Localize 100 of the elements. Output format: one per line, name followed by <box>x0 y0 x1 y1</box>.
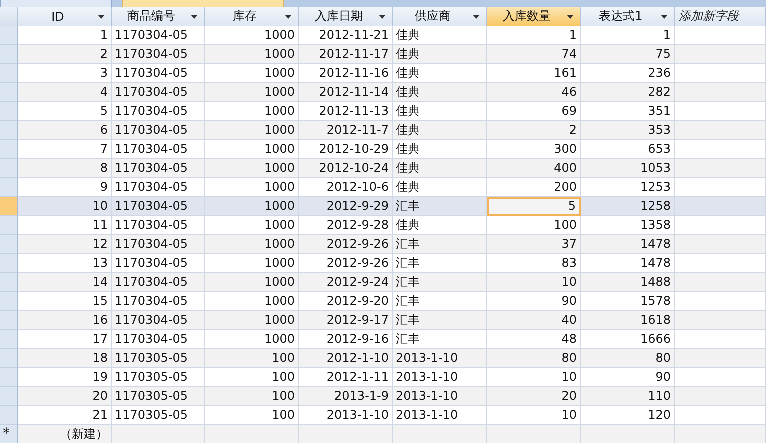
table-cell: 2013-1-10 <box>393 368 487 387</box>
table-cell: 1170304-05 <box>112 292 205 311</box>
table-cell: 2013-1-10 <box>393 349 487 368</box>
table-cell: 1 <box>18 26 112 45</box>
table-cell: 100 <box>205 387 299 406</box>
table-cell: 2012-9-28 <box>299 216 393 235</box>
column-header[interactable]: ID <box>18 7 112 27</box>
table-cell: 2012-10-6 <box>299 178 393 197</box>
table-cell: 236 <box>581 64 675 83</box>
column-header[interactable]: 供应商 <box>393 7 487 27</box>
table-cell: 5 <box>487 197 581 216</box>
add-field-header[interactable]: 添加新字段 <box>675 7 766 27</box>
table-cell: 佳典 <box>393 216 487 235</box>
row-selector[interactable] <box>0 235 18 254</box>
table-cell: 110 <box>581 387 675 406</box>
table-cell: 2012-9-24 <box>299 273 393 292</box>
table-cell: 1618 <box>581 311 675 330</box>
column-header[interactable]: 入库数量 <box>487 7 581 27</box>
table-cell: 1000 <box>205 178 299 197</box>
table-cell: 400 <box>487 159 581 178</box>
table-cell: 83 <box>487 254 581 273</box>
table-cell: 2012-9-17 <box>299 311 393 330</box>
table-cell: 20 <box>18 387 112 406</box>
table-cell: 汇丰 <box>393 311 487 330</box>
table-cell: 2012-11-21 <box>299 26 393 45</box>
row-selector[interactable] <box>0 387 18 406</box>
table-cell: 2013-1-10 <box>299 406 393 425</box>
table-cell: 90 <box>487 292 581 311</box>
table-cell: 69 <box>487 102 581 121</box>
table-cell: 1170304-05 <box>112 83 205 102</box>
table-cell: 佳典 <box>393 45 487 64</box>
table-cell: 汇丰 <box>393 254 487 273</box>
table-cell: 佳典 <box>393 26 487 45</box>
table-cell: 2012-9-26 <box>299 235 393 254</box>
table-cell: 佳典 <box>393 178 487 197</box>
row-selector[interactable] <box>0 330 18 349</box>
table-cell: 653 <box>581 140 675 159</box>
table-cell: 佳典 <box>393 159 487 178</box>
table-cell: 2012-11-16 <box>299 64 393 83</box>
table-cell: 佳典 <box>393 64 487 83</box>
table-cell: 19 <box>18 368 112 387</box>
table-cell: 1000 <box>205 311 299 330</box>
table-cell: 1170304-05 <box>112 330 205 349</box>
table-cell: 100 <box>487 216 581 235</box>
table-cell: 17 <box>18 330 112 349</box>
column-header[interactable]: 库存 <box>205 7 299 27</box>
table-cell: 37 <box>487 235 581 254</box>
row-selector[interactable] <box>0 406 18 425</box>
row-selector[interactable] <box>0 273 18 292</box>
table-cell: 1000 <box>205 235 299 254</box>
row-selector[interactable] <box>0 368 18 387</box>
table-cell: 1478 <box>581 254 675 273</box>
column-header[interactable]: 表达式1 <box>581 7 675 27</box>
table-cell: 20 <box>487 387 581 406</box>
table-cell: 2012-9-20 <box>299 292 393 311</box>
table-cell: 2012-10-24 <box>299 159 393 178</box>
table-cell: 120 <box>581 406 675 425</box>
table-cell: 74 <box>487 45 581 64</box>
table-cell: 2012-10-29 <box>299 140 393 159</box>
row-selector[interactable] <box>0 178 18 197</box>
table-cell: 1000 <box>205 140 299 159</box>
column-header[interactable]: 商品编号 <box>112 7 205 27</box>
column-header[interactable]: 入库日期 <box>299 7 393 27</box>
row-selector[interactable] <box>0 121 18 140</box>
table-cell: 1 <box>581 26 675 45</box>
table-cell: 15 <box>18 292 112 311</box>
row-selector[interactable] <box>0 102 18 121</box>
table-cell: 2013-1-10 <box>393 387 487 406</box>
table-cell: 2012-11-13 <box>299 102 393 121</box>
table-cell: 2 <box>487 121 581 140</box>
table-cell: 1258 <box>581 197 675 216</box>
select-all-corner[interactable] <box>0 7 18 27</box>
dropdown-icon <box>98 14 105 18</box>
table-cell: 1170304-05 <box>112 311 205 330</box>
row-selector[interactable] <box>0 140 18 159</box>
table-cell: 1170304-05 <box>112 64 205 83</box>
table-cell: 2012-9-16 <box>299 330 393 349</box>
table-cell: 18 <box>18 349 112 368</box>
row-selector[interactable] <box>0 254 18 273</box>
row-selector[interactable] <box>0 292 18 311</box>
table-cell: 1000 <box>205 330 299 349</box>
new-record-label[interactable]: （新建） <box>18 425 112 443</box>
table-cell: 1170304-05 <box>112 254 205 273</box>
row-selector[interactable] <box>0 159 18 178</box>
table-cell: 14 <box>18 273 112 292</box>
row-selector[interactable] <box>0 45 18 64</box>
table-cell: 1000 <box>205 197 299 216</box>
table-cell: 13 <box>18 254 112 273</box>
row-selector[interactable] <box>0 216 18 235</box>
row-selector[interactable] <box>0 197 18 216</box>
table-cell: 2012-11-7 <box>299 121 393 140</box>
table-cell: 282 <box>581 83 675 102</box>
table-cell: 100 <box>205 406 299 425</box>
row-selector[interactable] <box>0 349 18 368</box>
table-cell: 1000 <box>205 121 299 140</box>
row-selector[interactable] <box>0 83 18 102</box>
row-selector[interactable] <box>0 64 18 83</box>
row-selector[interactable] <box>0 26 18 45</box>
table-cell: 1170304-05 <box>112 140 205 159</box>
row-selector[interactable] <box>0 311 18 330</box>
